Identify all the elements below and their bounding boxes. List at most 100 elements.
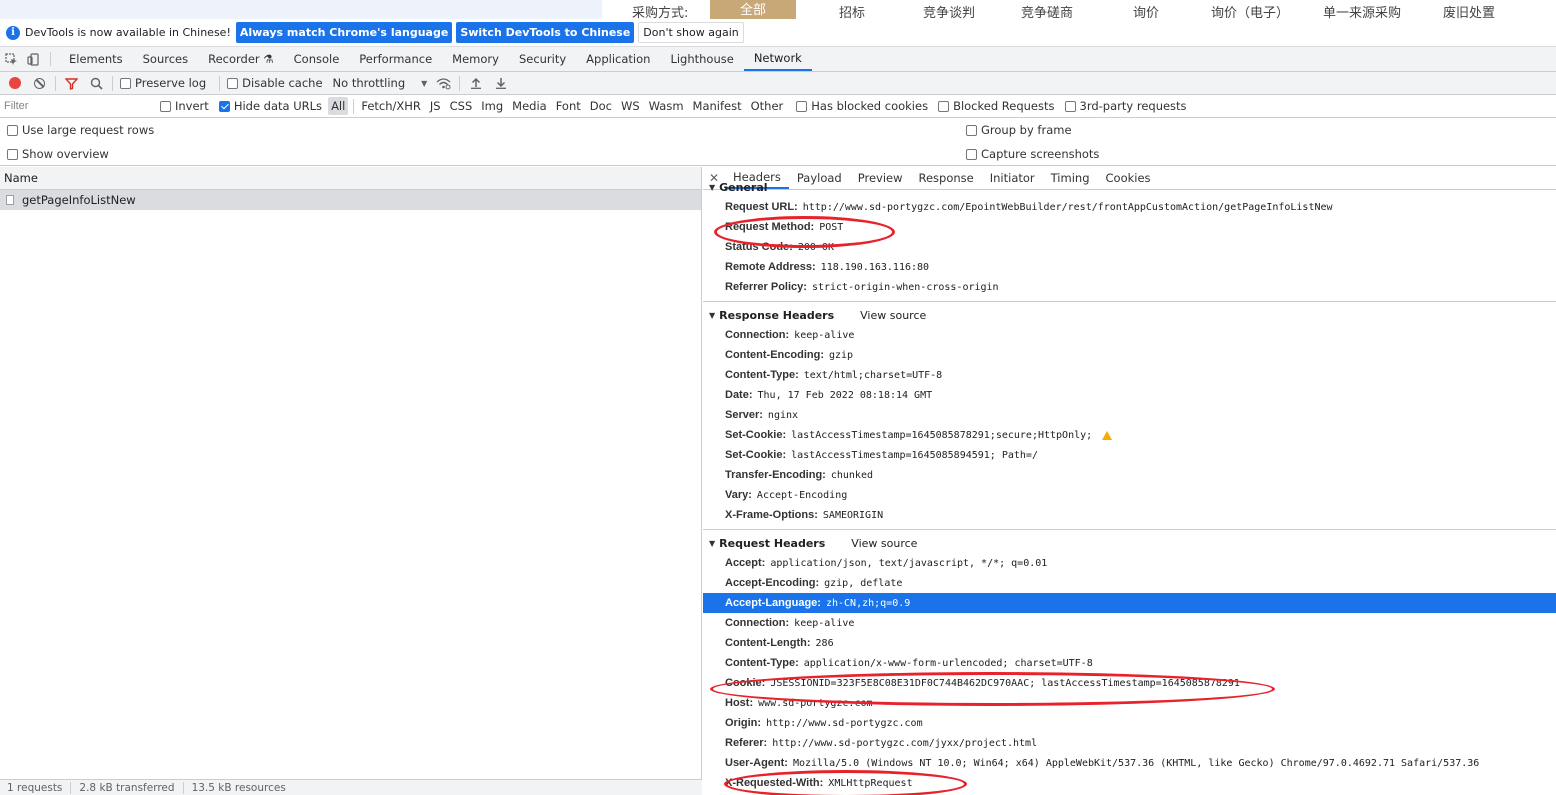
- group-by-frame-checkbox[interactable]: Group by frame: [966, 123, 1072, 137]
- large-rows-checkbox[interactable]: Use large request rows: [7, 123, 154, 137]
- checkbox-box[interactable]: [7, 148, 18, 160]
- name-column-header[interactable]: Name: [0, 167, 701, 190]
- filter-type-font[interactable]: Font: [553, 97, 584, 115]
- tab-application[interactable]: Application: [576, 47, 660, 71]
- capture-screenshots-checkbox[interactable]: Capture screenshots: [966, 147, 1099, 161]
- filter-icon[interactable]: [59, 72, 84, 94]
- header-row[interactable]: Remote Address: 118.190.163.116:80: [703, 257, 1556, 277]
- filter-type-all[interactable]: All: [328, 97, 349, 115]
- blocked-cookies-checkbox[interactable]: Has blocked cookies: [796, 99, 928, 113]
- category-inquiry-electronic[interactable]: 询价（电子）: [1211, 2, 1289, 19]
- header-row-selected[interactable]: Accept-Language: zh-CN,zh;q=0.9: [703, 593, 1556, 613]
- preserve-log-checkbox[interactable]: Preserve log: [120, 76, 206, 90]
- export-har-icon[interactable]: [488, 72, 513, 94]
- header-row[interactable]: Set-Cookie: lastAccessTimestamp=164508589…: [703, 445, 1556, 465]
- inspect-element-icon[interactable]: [0, 47, 22, 71]
- third-party-checkbox[interactable]: 3rd-party requests: [1064, 99, 1187, 113]
- network-conditions-icon[interactable]: [431, 72, 456, 94]
- header-row[interactable]: Server: nginx: [703, 405, 1556, 425]
- header-row[interactable]: Origin: http://www.sd-portygzc.com: [703, 713, 1556, 733]
- header-row[interactable]: Content-Encoding: gzip: [703, 345, 1556, 365]
- search-icon[interactable]: [84, 72, 109, 94]
- tab-elements[interactable]: Elements: [59, 47, 133, 71]
- view-source-link[interactable]: View source: [860, 309, 926, 322]
- tab-recorder[interactable]: Recorder ⚗: [198, 47, 284, 71]
- header-row[interactable]: Status Code: 200 OK: [703, 237, 1556, 257]
- general-section-title[interactable]: ▼ General: [703, 177, 1556, 197]
- tab-sources[interactable]: Sources: [133, 47, 199, 71]
- always-match-language-button[interactable]: Always match Chrome's language: [235, 22, 453, 43]
- category-bid[interactable]: 招标: [839, 2, 865, 19]
- tab-lighthouse[interactable]: Lighthouse: [660, 47, 743, 71]
- checkbox-box[interactable]: [966, 124, 977, 136]
- response-headers-title[interactable]: ▼ Response Headers View source: [703, 305, 1556, 325]
- category-all[interactable]: 全部: [710, 0, 797, 19]
- view-source-link[interactable]: View source: [851, 537, 917, 550]
- category-negotiation[interactable]: 竞争谈判: [923, 2, 975, 19]
- header-row[interactable]: Content-Type: text/html;charset=UTF-8: [703, 365, 1556, 385]
- filter-type-wasm[interactable]: Wasm: [646, 97, 687, 115]
- checkbox-box[interactable]: [227, 77, 239, 89]
- header-row[interactable]: Content-Type: application/x-www-form-urle…: [703, 653, 1556, 673]
- filter-type-media[interactable]: Media: [509, 97, 550, 115]
- checkbox-box[interactable]: [938, 100, 950, 112]
- header-row[interactable]: Accept-Encoding: gzip, deflate: [703, 573, 1556, 593]
- header-row[interactable]: Content-Length: 286: [703, 633, 1556, 653]
- filter-type-fetch-xhr[interactable]: Fetch/XHR: [358, 97, 424, 115]
- invert-checkbox[interactable]: Invert: [160, 99, 209, 113]
- category-single-source[interactable]: 单一来源采购: [1323, 2, 1401, 19]
- clear-icon[interactable]: [27, 72, 52, 94]
- filter-type-css[interactable]: CSS: [447, 97, 476, 115]
- checkbox-box[interactable]: [1064, 100, 1076, 112]
- checkbox-box[interactable]: [218, 100, 230, 112]
- hide-data-urls-checkbox[interactable]: Hide data URLs: [218, 99, 322, 113]
- request-row[interactable]: getPageInfoListNew: [0, 190, 701, 210]
- header-row[interactable]: Date: Thu, 17 Feb 2022 08:18:14 GMT: [703, 385, 1556, 405]
- throttling-select[interactable]: No throttling: [333, 76, 406, 90]
- header-row[interactable]: Transfer-Encoding: chunked: [703, 465, 1556, 485]
- show-overview-checkbox[interactable]: Show overview: [7, 147, 109, 161]
- header-row[interactable]: Vary: Accept-Encoding: [703, 485, 1556, 505]
- tab-performance[interactable]: Performance: [349, 47, 442, 71]
- header-row[interactable]: X-Requested-With: XMLHttpRequest: [703, 773, 1556, 793]
- record-icon[interactable]: [2, 72, 27, 94]
- checkbox-box[interactable]: [120, 77, 131, 89]
- checkbox-box[interactable]: [796, 100, 808, 112]
- request-headers-title[interactable]: ▼ Request Headers View source: [703, 533, 1556, 553]
- header-row[interactable]: Accept: application/json, text/javascript…: [703, 553, 1556, 573]
- filter-type-img[interactable]: Img: [478, 97, 506, 115]
- blocked-requests-checkbox[interactable]: Blocked Requests: [938, 99, 1055, 113]
- header-row[interactable]: Connection: keep-alive: [703, 613, 1556, 633]
- filter-type-other[interactable]: Other: [748, 97, 787, 115]
- category-consultation[interactable]: 竞争磋商: [1021, 2, 1073, 19]
- warning-icon[interactable]: [1102, 430, 1113, 440]
- switch-to-chinese-button[interactable]: Switch DevTools to Chinese: [456, 22, 635, 43]
- filter-type-doc[interactable]: Doc: [587, 97, 615, 115]
- checkbox-box[interactable]: [7, 124, 18, 136]
- header-row[interactable]: Cookie: JSESSIONID=323F5E8C08E31DF0C744B4…: [703, 673, 1556, 693]
- checkbox-box[interactable]: [160, 100, 171, 112]
- header-row[interactable]: X-Frame-Options: SAMEORIGIN: [703, 505, 1556, 525]
- chevron-down-icon[interactable]: ▼: [417, 72, 431, 94]
- tab-network[interactable]: Network: [743, 47, 812, 71]
- filter-type-ws[interactable]: WS: [618, 97, 643, 115]
- filter-input[interactable]: [0, 96, 148, 116]
- category-disposal[interactable]: 废旧处置: [1443, 2, 1495, 19]
- tab-memory[interactable]: Memory: [442, 47, 509, 71]
- header-row[interactable]: Referrer Policy: strict-origin-when-cross…: [703, 277, 1556, 297]
- tab-console[interactable]: Console: [284, 47, 350, 71]
- device-toolbar-icon[interactable]: [22, 47, 44, 71]
- filter-type-js[interactable]: JS: [427, 97, 444, 115]
- tab-security[interactable]: Security: [509, 47, 576, 71]
- header-row[interactable]: Connection: keep-alive: [703, 325, 1556, 345]
- header-row[interactable]: User-Agent: Mozilla/5.0 (Windows NT 10.0;…: [703, 753, 1556, 773]
- category-inquiry[interactable]: 询价: [1133, 2, 1159, 19]
- header-row[interactable]: Host: www.sd-portygzc.com: [703, 693, 1556, 713]
- header-row[interactable]: Referer: http://www.sd-portygzc.com/jyxx/…: [703, 733, 1556, 753]
- header-row[interactable]: Set-Cookie: lastAccessTimestamp=164508587…: [703, 425, 1556, 445]
- dont-show-again-button[interactable]: Don't show again: [638, 22, 744, 43]
- checkbox-box[interactable]: [966, 148, 977, 160]
- disable-cache-checkbox[interactable]: Disable cache: [227, 76, 323, 90]
- header-row[interactable]: Request Method: POST: [703, 217, 1556, 237]
- filter-type-manifest[interactable]: Manifest: [690, 97, 745, 115]
